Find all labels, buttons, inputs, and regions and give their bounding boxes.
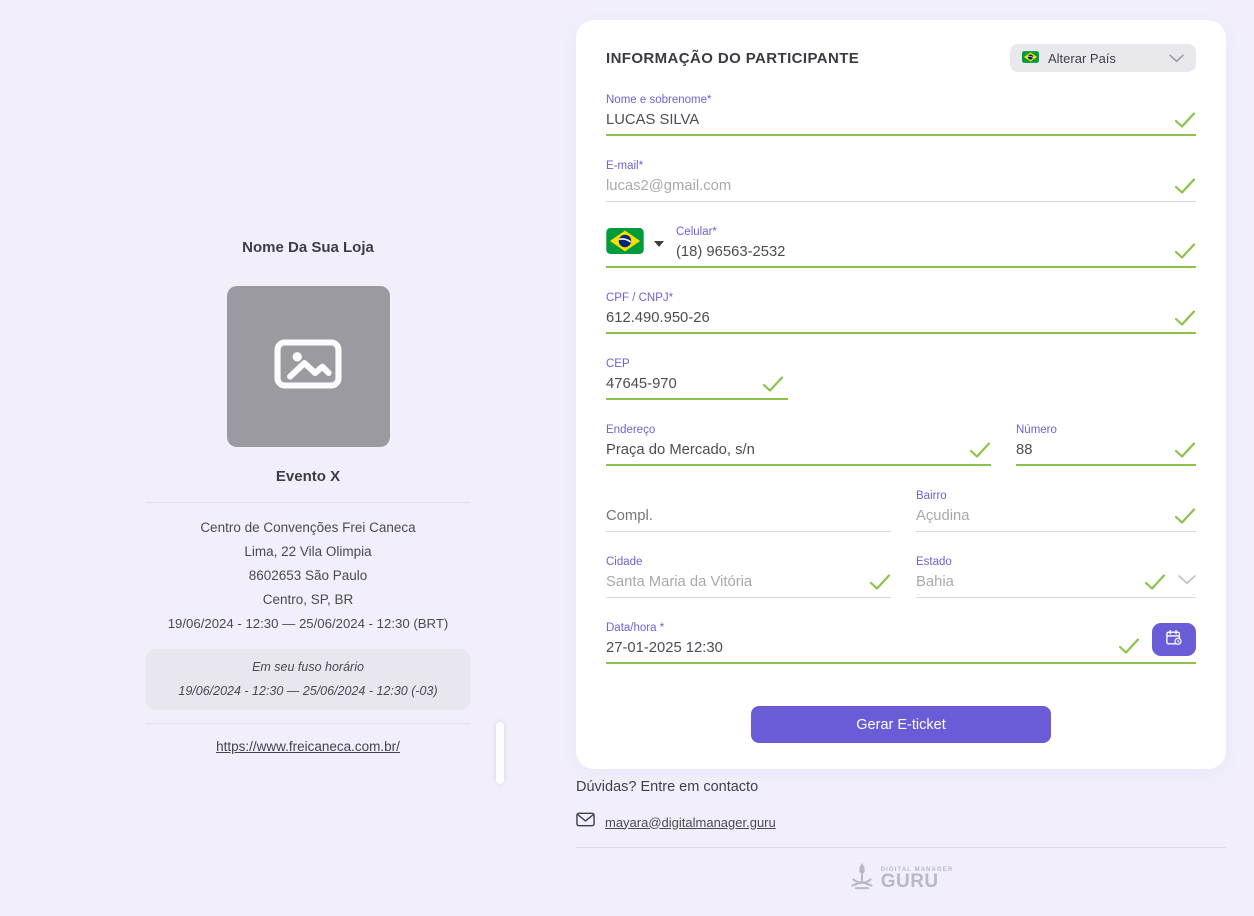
check-icon xyxy=(1174,111,1196,129)
address-line: Centro, SP, BR xyxy=(146,588,470,612)
check-icon xyxy=(1174,507,1196,525)
city-input[interactable] xyxy=(606,574,891,598)
event-address-block: Centro de Convenções Frei Caneca Lima, 2… xyxy=(146,516,470,636)
timezone-dates: 19/06/2024 - 12:30 — 25/06/2024 - 12:30 … xyxy=(154,684,462,698)
cpf-label: CPF / CNPJ* xyxy=(606,292,1196,306)
email-input[interactable] xyxy=(606,178,1196,202)
card-header: INFORMAÇÃO DO PARTICIPANTE Alterar País xyxy=(606,44,1196,72)
store-name: Nome Da Sua Loja xyxy=(146,239,470,256)
cep-field-group: CEP xyxy=(606,358,788,400)
city-state-row: Cidade Estado xyxy=(606,556,1196,622)
street-label: Endereço xyxy=(606,424,991,438)
divider xyxy=(146,502,470,503)
street-input[interactable] xyxy=(606,442,991,466)
brazil-flag-icon xyxy=(1022,51,1039,66)
guru-logo-text: DIGITAL MANAGER GURU xyxy=(881,867,954,890)
change-country-label: Alterar País xyxy=(1048,51,1160,66)
cep-label: CEP xyxy=(606,358,788,372)
city-field-group: Cidade xyxy=(606,556,891,598)
divider xyxy=(146,723,470,724)
envelope-icon xyxy=(576,812,595,832)
form-title: INFORMAÇÃO DO PARTICIPANTE xyxy=(606,50,859,67)
state-label: Estado xyxy=(916,556,1196,570)
participant-form-card: INFORMAÇÃO DO PARTICIPANTE Alterar País … xyxy=(576,20,1226,769)
street-field-group: Endereço xyxy=(606,424,991,466)
number-input[interactable] xyxy=(1016,442,1196,466)
datetime-label: Data/hora * xyxy=(606,622,1196,636)
complement-input[interactable] xyxy=(606,508,891,532)
chevron-down-icon[interactable] xyxy=(1178,572,1196,590)
guru-figure-icon xyxy=(849,861,875,896)
footer: Dúvidas? Entre em contacto mayara@digita… xyxy=(576,779,1226,896)
datetime-field-group: Data/hora * xyxy=(606,622,1196,664)
contact-heading: Dúvidas? Entre em contacto xyxy=(576,779,1226,795)
check-icon xyxy=(869,573,891,591)
event-name: Evento X xyxy=(146,468,470,485)
name-label: Nome e sobrenome* xyxy=(606,94,1196,108)
email-field-group: E-mail* xyxy=(606,160,1196,202)
state-field-group: Estado xyxy=(916,556,1196,598)
complement-district-row: Bairro xyxy=(606,490,1196,556)
divider xyxy=(576,847,1226,848)
email-label: E-mail* xyxy=(606,160,1196,174)
label-spacer xyxy=(606,490,891,507)
calendar-clock-icon xyxy=(1164,628,1184,651)
chevron-down-icon xyxy=(1169,51,1184,66)
contact-row: mayara@digitalmanager.guru xyxy=(576,812,1226,832)
name-field-group: Nome e sobrenome* xyxy=(606,94,1196,136)
event-website: https://www.freicaneca.com.br/ xyxy=(146,739,470,754)
check-icon xyxy=(762,375,784,393)
complement-field-group xyxy=(606,490,891,532)
number-label: Número xyxy=(1016,424,1196,438)
number-field-group: Número xyxy=(1016,424,1196,466)
calendar-picker-button[interactable] xyxy=(1152,623,1196,656)
timezone-title: Em seu fuso horário xyxy=(154,660,462,674)
event-website-link[interactable]: https://www.freicaneca.com.br/ xyxy=(216,739,400,754)
scrollbar-thumb[interactable] xyxy=(496,722,504,784)
logo-big-text: GURU xyxy=(881,873,954,890)
change-country-select[interactable]: Alterar País xyxy=(1010,44,1196,72)
cep-input[interactable] xyxy=(606,376,788,400)
check-icon xyxy=(969,441,991,459)
address-line: Lima, 22 Vila Olimpia xyxy=(146,540,470,564)
brazil-flag-icon xyxy=(606,228,644,259)
image-placeholder-icon xyxy=(265,321,351,412)
phone-country-select[interactable] xyxy=(606,228,664,266)
datetime-input[interactable] xyxy=(606,640,1196,664)
check-icon xyxy=(1144,573,1166,591)
venue-name: Centro de Convenções Frei Caneca xyxy=(146,516,470,540)
event-info-panel: Nome Da Sua Loja Evento X Centro de Conv… xyxy=(146,0,470,754)
district-label: Bairro xyxy=(916,490,1196,504)
timezone-box: Em seu fuso horário 19/06/2024 - 12:30 —… xyxy=(146,649,470,710)
phone-input[interactable] xyxy=(676,244,1196,266)
street-number-row: Endereço Número xyxy=(606,424,1196,490)
event-image-placeholder xyxy=(227,286,390,447)
cpf-field-group: CPF / CNPJ* xyxy=(606,292,1196,334)
check-icon xyxy=(1174,177,1196,195)
check-icon xyxy=(1174,242,1196,260)
city-label: Cidade xyxy=(606,556,891,570)
phone-label: Celular* xyxy=(676,226,1196,240)
submit-row: Gerar E-ticket xyxy=(606,706,1196,743)
check-icon xyxy=(1174,441,1196,459)
check-icon xyxy=(1174,309,1196,327)
contact-email-link[interactable]: mayara@digitalmanager.guru xyxy=(605,815,776,830)
district-input[interactable] xyxy=(916,508,1196,532)
generate-eticket-button[interactable]: Gerar E-ticket xyxy=(751,706,1051,743)
cpf-input[interactable] xyxy=(606,310,1196,334)
event-dates: 19/06/2024 - 12:30 — 25/06/2024 - 12:30 … xyxy=(146,612,470,636)
guru-logo: DIGITAL MANAGER GURU xyxy=(576,861,1226,896)
name-input[interactable] xyxy=(606,112,1196,136)
check-icon xyxy=(1118,637,1140,655)
phone-field-group: Celular* xyxy=(606,226,1196,268)
address-line: 8602653 São Paulo xyxy=(146,564,470,588)
district-field-group: Bairro xyxy=(916,490,1196,532)
caret-down-icon xyxy=(654,241,664,247)
